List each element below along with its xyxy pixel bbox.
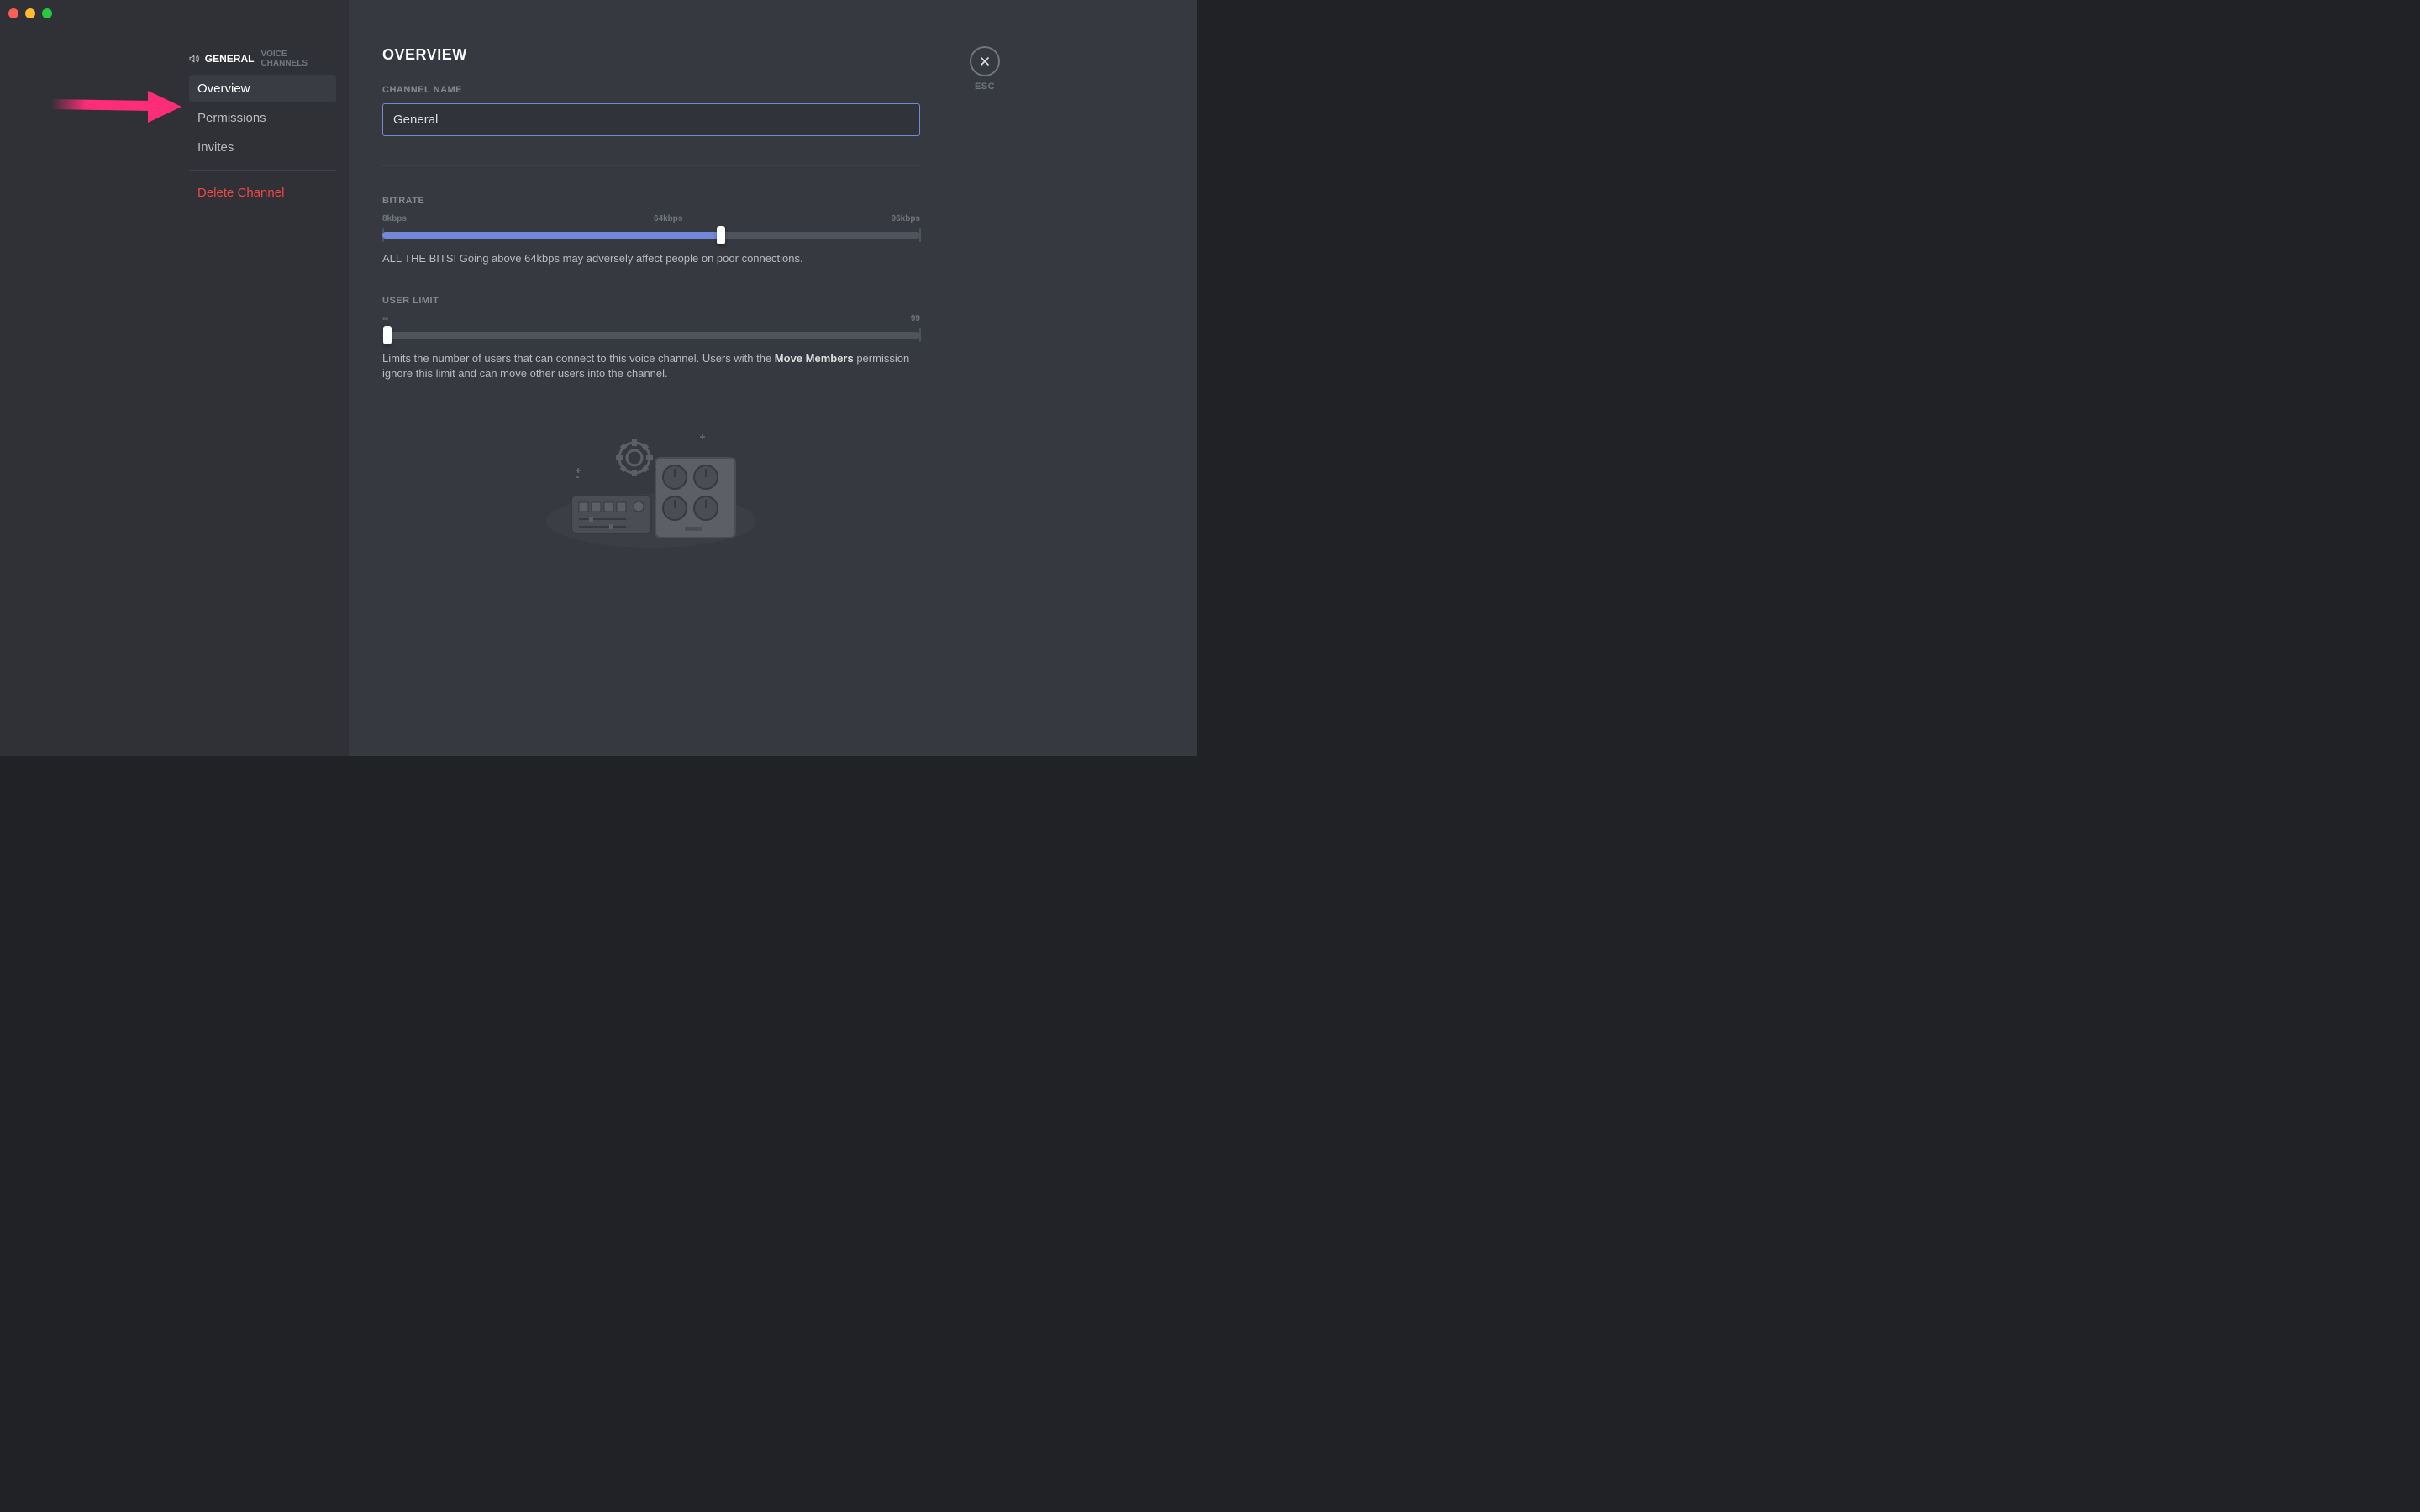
sidebar-item-label: Permissions bbox=[197, 111, 266, 125]
right-edge-bar bbox=[1197, 0, 1210, 756]
speaker-icon bbox=[189, 53, 200, 65]
user-limit-slider-handle[interactable] bbox=[383, 326, 392, 344]
close-button-container: ESC bbox=[970, 46, 1000, 92]
sidebar-item-label: Overview bbox=[197, 81, 250, 96]
slider-tick bbox=[919, 228, 921, 242]
bitrate-min-label: 8kbps bbox=[382, 214, 407, 223]
sidebar-header: GENERAL VOICE CHANNELS bbox=[189, 46, 336, 75]
sidebar-item-invites[interactable]: Invites bbox=[189, 134, 336, 161]
user-limit-section: USER LIMIT ∞ 99 Limits the number of use… bbox=[382, 296, 920, 381]
channel-name-label: CHANNEL NAME bbox=[382, 85, 920, 95]
sidebar-divider bbox=[189, 170, 336, 171]
close-label: ESC bbox=[970, 81, 1000, 92]
user-limit-slider-labels: ∞ 99 bbox=[382, 314, 920, 323]
sidebar-channel-name: GENERAL bbox=[205, 53, 255, 65]
bitrate-label: BITRATE bbox=[382, 196, 920, 206]
slider-tick bbox=[919, 328, 921, 342]
sidebar-item-label: Invites bbox=[197, 140, 234, 155]
user-limit-max-label: 99 bbox=[911, 314, 920, 323]
sidebar-item-label: Delete Channel bbox=[197, 186, 284, 200]
sidebar-item-overview[interactable]: Overview bbox=[189, 75, 336, 102]
window-maximize-dot[interactable] bbox=[42, 8, 52, 18]
bitrate-max-label: 96kbps bbox=[892, 214, 920, 223]
page-title: OVERVIEW bbox=[382, 46, 920, 64]
sidebar-item-permissions[interactable]: Permissions bbox=[189, 104, 336, 132]
window-minimize-dot[interactable] bbox=[25, 8, 35, 18]
bitrate-helper: ALL THE BITS! Going above 64kbps may adv… bbox=[382, 251, 920, 266]
bitrate-slider-handle[interactable] bbox=[717, 226, 725, 244]
bitrate-mid-label: 64kbps bbox=[654, 214, 682, 223]
user-limit-helper: Limits the number of users that can conn… bbox=[382, 351, 920, 381]
section-divider bbox=[382, 165, 920, 166]
bitrate-slider-labels: 8kbps 64kbps 96kbps bbox=[382, 214, 920, 223]
window-close-dot[interactable] bbox=[8, 8, 18, 18]
main-panel: OVERVIEW CHANNEL NAME BITRATE 8kbps 64kb… bbox=[349, 0, 1210, 756]
close-icon bbox=[978, 55, 992, 68]
channel-name-section: CHANNEL NAME bbox=[382, 85, 920, 136]
settings-sidebar: GENERAL VOICE CHANNELS Overview Permissi… bbox=[0, 0, 349, 756]
bitrate-slider-fill bbox=[382, 232, 721, 239]
bitrate-slider[interactable] bbox=[382, 232, 920, 239]
channel-name-input[interactable] bbox=[382, 103, 920, 136]
bitrate-section: BITRATE 8kbps 64kbps 96kbps ALL THE BITS… bbox=[382, 196, 920, 266]
user-limit-label: USER LIMIT bbox=[382, 296, 920, 306]
decorative-illustration bbox=[382, 424, 920, 550]
close-button[interactable] bbox=[970, 46, 1000, 76]
window-controls bbox=[8, 8, 52, 18]
sidebar-item-delete-channel[interactable]: Delete Channel bbox=[189, 179, 336, 207]
user-limit-min-label: ∞ bbox=[382, 314, 388, 323]
user-limit-slider[interactable] bbox=[382, 332, 920, 339]
sidebar-channel-type: VOICE CHANNELS bbox=[260, 50, 329, 68]
